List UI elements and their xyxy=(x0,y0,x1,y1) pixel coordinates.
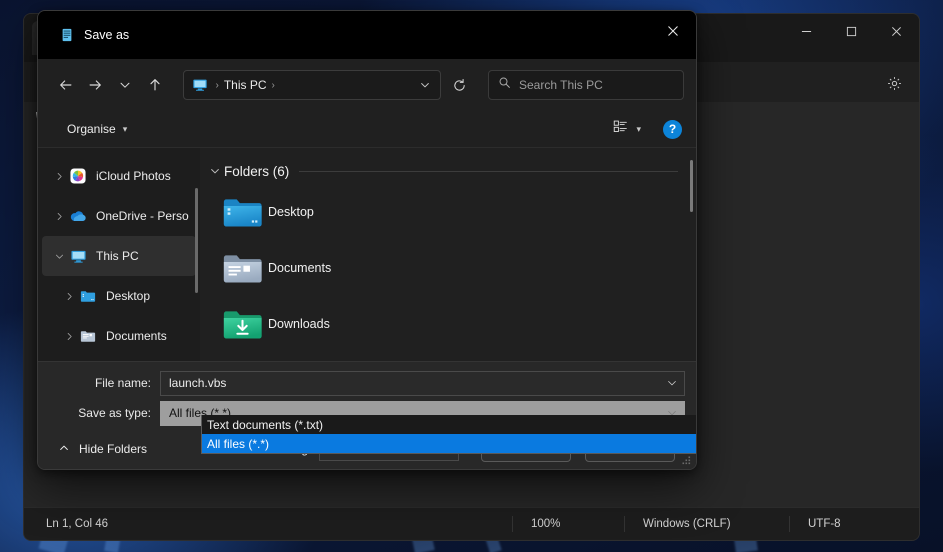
group-header-divider xyxy=(299,171,678,172)
command-bar: Organise ▾ ▾ ? xyxy=(38,111,696,147)
forward-arrow-icon[interactable] xyxy=(82,70,110,100)
folder-item-documents[interactable]: Documents xyxy=(206,240,686,296)
desktop-folder-icon xyxy=(78,289,98,303)
notepad-window-controls xyxy=(784,14,919,48)
dropdown-option-text-documents[interactable]: Text documents (*.txt) xyxy=(202,415,697,434)
collapse-chevron-down-icon[interactable] xyxy=(50,251,68,262)
folder-name: Documents xyxy=(268,261,331,275)
tree-item-label: Documents xyxy=(106,329,167,343)
organise-button[interactable]: Organise ▾ xyxy=(60,118,134,140)
breadcrumb-chevron-down-icon[interactable] xyxy=(414,73,436,97)
organise-label: Organise xyxy=(67,122,116,136)
notepad-icon xyxy=(60,28,74,42)
filename-label: File name: xyxy=(38,376,160,390)
dropdown-option-all-files[interactable]: All files (*.*) xyxy=(202,434,697,453)
tree-item-label: OneDrive - Perso xyxy=(96,209,189,223)
save-as-dialog: Save as xyxy=(37,10,697,470)
notepad-statusbar: Ln 1, Col 46 100% Windows (CRLF) UTF-8 xyxy=(24,507,919,540)
search-icon xyxy=(498,76,511,94)
file-list-scrollbar[interactable] xyxy=(690,160,693,212)
recent-locations-chevron-down-icon[interactable] xyxy=(111,70,139,100)
tree-item-documents[interactable]: Documents xyxy=(42,316,196,356)
expand-chevron-right-icon[interactable] xyxy=(60,291,78,302)
expand-chevron-right-icon[interactable] xyxy=(60,331,78,342)
search-box[interactable] xyxy=(488,70,684,100)
breadcrumb-path[interactable]: This PC xyxy=(224,78,267,92)
breadcrumb-separator: › xyxy=(211,80,224,91)
minimize-button[interactable] xyxy=(784,14,829,48)
icloud-photos-icon xyxy=(68,168,88,184)
zoom-level[interactable]: 100% xyxy=(512,516,624,532)
view-chevron-down-icon: ▾ xyxy=(636,124,641,135)
tree-item-icloud-photos[interactable]: iCloud Photos xyxy=(42,156,196,196)
navigation-bar: › This PC › xyxy=(38,59,696,111)
hide-folders-button[interactable]: Hide Folders xyxy=(52,438,153,461)
documents-folder-icon xyxy=(78,329,98,343)
this-pc-monitor-icon xyxy=(192,77,208,93)
refresh-icon[interactable] xyxy=(445,70,474,100)
dialog-body: iCloud Photos OneDrive - Perso xyxy=(38,147,696,361)
search-input[interactable] xyxy=(519,78,674,92)
chevron-up-icon xyxy=(58,442,70,457)
tree-item-onedrive[interactable]: OneDrive - Perso xyxy=(42,196,196,236)
onedrive-icon xyxy=(68,209,88,223)
tree-item-label: This PC xyxy=(96,249,139,263)
folder-item-desktop[interactable]: Desktop xyxy=(206,184,686,240)
breadcrumb[interactable]: › This PC › xyxy=(183,70,441,100)
folder-name: Downloads xyxy=(268,317,330,331)
cursor-position: Ln 1, Col 46 xyxy=(24,518,512,530)
filename-row: File name: launch.vbs xyxy=(38,370,696,396)
resize-grip-icon[interactable] xyxy=(680,453,692,465)
tree-item-this-pc[interactable]: This PC xyxy=(42,236,196,276)
downloads-folder-icon xyxy=(222,307,268,341)
filename-value: launch.vbs xyxy=(169,376,666,390)
breadcrumb-separator: › xyxy=(267,80,280,91)
up-arrow-icon[interactable] xyxy=(141,70,169,100)
folders-group-header[interactable]: Folders (6) xyxy=(200,158,696,184)
dialog-title: Save as xyxy=(84,28,129,42)
dialog-titlebar: Save as xyxy=(38,11,696,59)
dialog-close-button[interactable] xyxy=(650,11,696,51)
tree-item-label: Desktop xyxy=(106,289,150,303)
view-options-icon xyxy=(613,119,628,139)
back-arrow-icon[interactable] xyxy=(52,70,80,100)
desktop-folder-icon xyxy=(222,195,268,229)
this-pc-monitor-icon xyxy=(68,248,88,265)
tree-item-desktop[interactable]: Desktop xyxy=(42,276,196,316)
dialog-footer: File name: launch.vbs Save as type: All … xyxy=(38,361,696,469)
group-collapse-chevron-down-icon[interactable] xyxy=(206,165,224,177)
maximize-button[interactable] xyxy=(829,14,874,48)
filename-input[interactable]: launch.vbs xyxy=(160,371,685,396)
savetype-label: Save as type: xyxy=(38,406,160,420)
expand-chevron-right-icon[interactable] xyxy=(50,171,68,182)
help-button[interactable]: ? xyxy=(663,120,682,139)
view-options-button[interactable]: ▾ xyxy=(608,115,646,143)
folder-name: Desktop xyxy=(268,205,314,219)
gear-icon[interactable] xyxy=(881,70,907,96)
chevron-down-icon: ▾ xyxy=(123,124,128,135)
filename-chevron-down-icon[interactable] xyxy=(666,377,678,389)
tree-item-label: iCloud Photos xyxy=(96,169,171,183)
hide-folders-label: Hide Folders xyxy=(79,442,147,456)
folder-item-downloads[interactable]: Downloads xyxy=(206,296,686,352)
encoding-status[interactable]: UTF-8 xyxy=(789,516,919,532)
close-button[interactable] xyxy=(874,14,919,48)
expand-chevron-right-icon[interactable] xyxy=(50,211,68,222)
file-list-pane: Folders (6) xyxy=(200,148,696,361)
line-ending[interactable]: Windows (CRLF) xyxy=(624,516,789,532)
documents-folder-icon xyxy=(222,251,268,285)
tree-scrollbar[interactable] xyxy=(195,188,198,293)
navigation-tree: iCloud Photos OneDrive - Perso xyxy=(38,148,200,361)
group-header-label: Folders (6) xyxy=(224,164,289,179)
savetype-dropdown-list[interactable]: Text documents (*.txt) All files (*.*) xyxy=(201,415,697,454)
